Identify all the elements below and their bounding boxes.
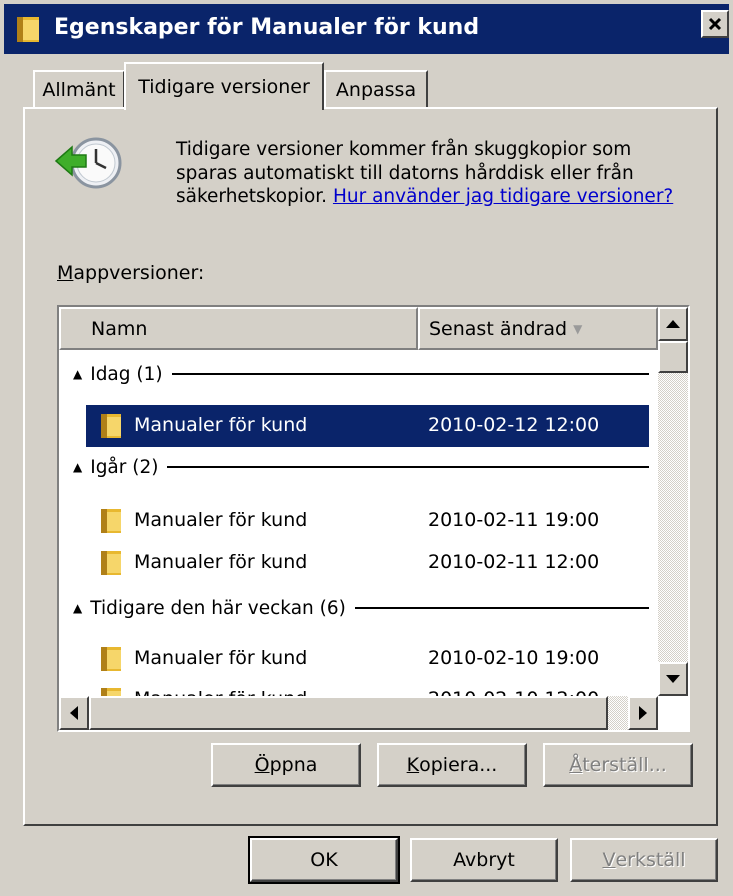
restore-button[interactable]: Återställ... [543,743,693,787]
folder-icon [101,509,121,533]
folder-icon [101,551,121,575]
arrow-right-icon [639,706,647,720]
tab-label: Anpassa [335,79,417,101]
collapse-arrow-icon: ▲ [73,367,83,381]
cancel-button[interactable]: Avbryt [410,838,558,882]
tab-tidigare-versioner[interactable]: Tidigare versioner [124,62,324,110]
list-item[interactable]: Manualer för kund 2010-02-10 19:00 [86,638,649,680]
folder-versions-list[interactable]: Namn Senast ändrad ▼ ▲ Idag (1) Manualer… [57,305,690,732]
folder-icon [101,647,121,671]
group-header-today[interactable]: ▲ Idag (1) [73,359,649,389]
group-header-yesterday[interactable]: ▲ Igår (2) [73,452,649,482]
close-button[interactable] [701,10,729,38]
scroll-left-button[interactable] [59,696,89,730]
arrow-left-icon [70,706,78,720]
vertical-scrollbar[interactable] [658,307,688,696]
scroll-down-button[interactable] [658,662,688,696]
sort-descending-icon: ▼ [573,321,583,336]
list-item[interactable]: Manualer för kund 2010-02-11 12:00 [86,542,649,584]
scroll-thumb[interactable] [89,696,608,730]
help-link[interactable]: Hur använder jag tidigare versioner? [333,186,673,207]
list-item[interactable]: Manualer för kund 2010-02-12 12:00 [86,405,649,447]
column-header-name[interactable]: Namn [59,307,418,350]
tab-allmant[interactable]: Allmänt [33,70,125,108]
copy-button[interactable]: Kopiera... [377,743,527,787]
horizontal-scrollbar[interactable] [59,696,658,730]
window-title: Egenskaper för Manualer för kund [54,15,480,40]
info-description: Tidigare versioner kommer från skuggkopi… [176,138,676,209]
group-header-earlier-this-week[interactable]: ▲ Tidigare den här veckan (6) [73,593,649,623]
arrow-up-icon [666,320,680,328]
collapse-arrow-icon: ▲ [73,460,83,474]
apply-button[interactable]: Verkställ [570,838,718,882]
close-icon [708,17,722,31]
arrow-down-icon [666,675,680,683]
scroll-thumb[interactable] [658,341,688,373]
list-header: Namn Senast ändrad ▼ [59,307,658,350]
open-button[interactable]: Öppna [211,743,361,787]
scroll-right-button[interactable] [628,696,658,730]
tab-anpassa[interactable]: Anpassa [324,70,428,108]
ok-button[interactable]: OK [248,836,400,884]
collapse-arrow-icon: ▲ [73,601,83,615]
previous-versions-clock-icon [54,137,122,189]
title-bar: Egenskaper för Manualer för kund [4,4,729,54]
folder-icon [101,414,121,438]
tab-label: Allmänt [42,79,116,101]
folder-versions-label: Mappversioner: [57,262,205,284]
scroll-up-button[interactable] [658,307,688,341]
list-item[interactable]: Manualer för kund 2010-02-11 19:00 [86,500,649,542]
column-header-date-modified[interactable]: Senast ändrad ▼ [418,307,658,350]
folder-icon [17,17,39,42]
tab-label: Tidigare versioner [138,76,310,98]
